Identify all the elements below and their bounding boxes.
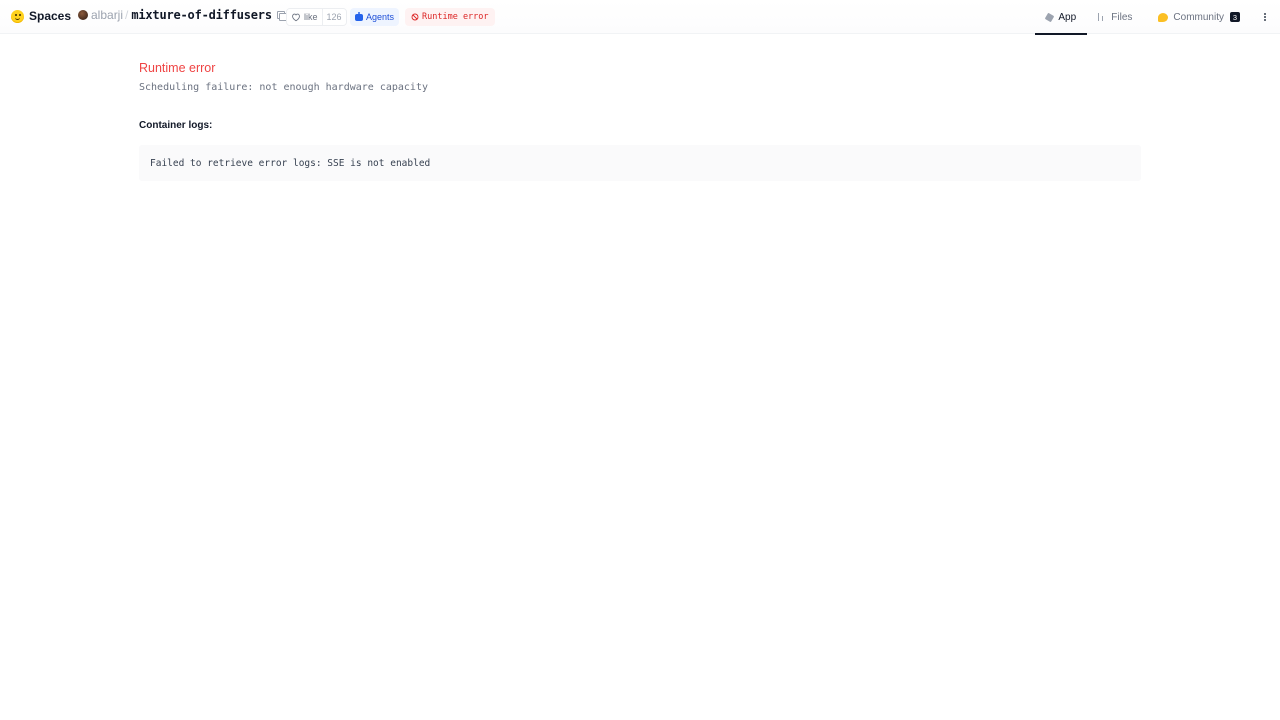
repo-breadcrumb: albarji / mixture-of-diffusers: [78, 8, 288, 22]
runtime-error-badge[interactable]: Runtime error: [405, 8, 495, 26]
files-icon: [1097, 13, 1106, 21]
breadcrumb-separator: /: [125, 8, 129, 22]
community-count-badge: 3: [1230, 12, 1240, 22]
cube-icon: [1045, 12, 1055, 22]
like-count[interactable]: 126: [321, 9, 346, 25]
agents-badge[interactable]: Agents: [350, 8, 400, 26]
community-icon: [1158, 12, 1169, 22]
vertical-dots-icon: [1264, 13, 1266, 21]
like-label: like: [304, 12, 318, 22]
owner-avatar: [78, 10, 88, 20]
tab-app[interactable]: App: [1035, 0, 1088, 35]
tab-community[interactable]: Community 3: [1142, 0, 1254, 34]
container-logs-text: Failed to retrieve error logs: SSE is no…: [150, 157, 431, 169]
tab-files-label: Files: [1111, 11, 1133, 23]
error-icon: [411, 13, 419, 21]
repo-name-link[interactable]: mixture-of-diffusers: [131, 8, 272, 22]
container-logs-box: Failed to retrieve error logs: SSE is no…: [139, 145, 1141, 181]
tab-community-label: Community: [1173, 11, 1224, 23]
spaces-home-link[interactable]: Spaces: [11, 9, 71, 23]
owner-link[interactable]: albarji: [91, 8, 123, 22]
copy-icon[interactable]: [276, 10, 288, 21]
more-options-button[interactable]: [1254, 0, 1276, 34]
container-logs-label: Container logs:: [139, 120, 213, 131]
error-detail: Scheduling failure: not enough hardware …: [139, 82, 428, 93]
hugging-face-logo-icon: [11, 9, 24, 23]
top-header: Spaces albarji / mixture-of-diffusers li…: [0, 0, 1280, 35]
error-title: Runtime error: [139, 61, 216, 75]
robot-icon: [355, 11, 363, 21]
like-group: like 126: [286, 8, 347, 26]
tab-app-label: App: [1058, 11, 1077, 23]
like-button[interactable]: like: [287, 9, 322, 25]
tab-files[interactable]: Files: [1087, 0, 1142, 34]
status-label: Runtime error: [422, 12, 489, 22]
heart-icon: [292, 13, 300, 22]
agents-label: Agents: [366, 12, 395, 22]
space-nav: App Files Community 3: [1035, 0, 1280, 35]
spaces-label: Spaces: [29, 9, 72, 23]
